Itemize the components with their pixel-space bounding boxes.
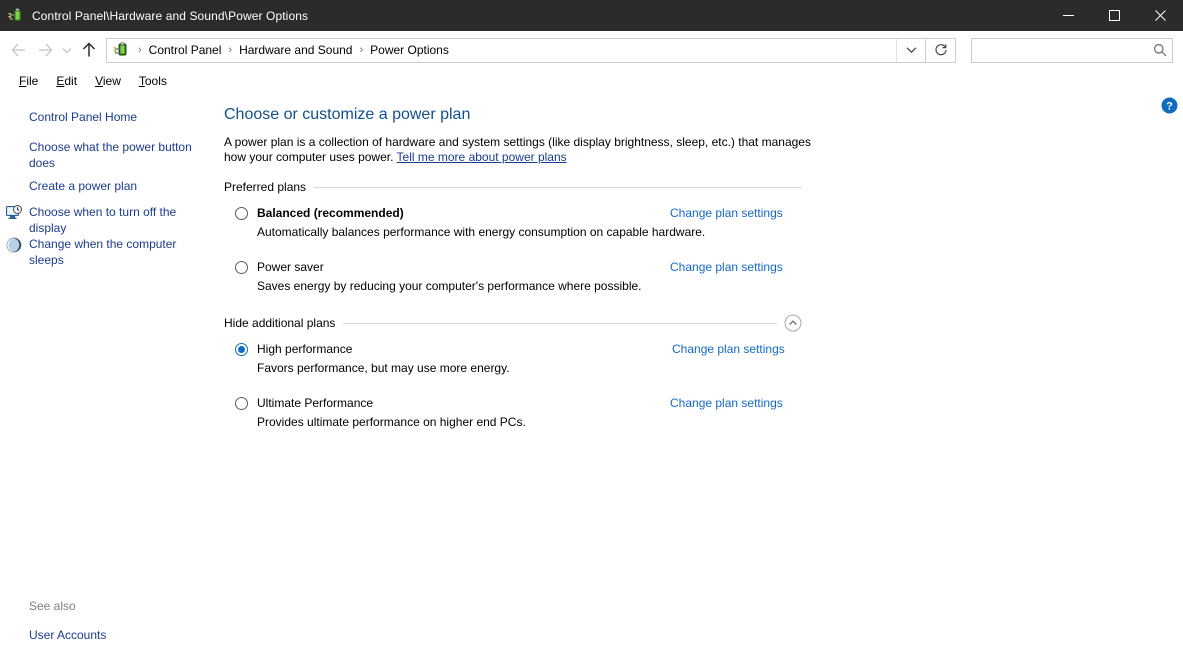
breadcrumb-item-power-options[interactable]: Power Options xyxy=(367,41,452,59)
radio-high-performance[interactable] xyxy=(235,343,248,356)
window-controls xyxy=(1045,0,1183,31)
minimize-button[interactable] xyxy=(1045,0,1091,31)
menu-item-edit[interactable]: Edit xyxy=(47,72,86,90)
plan-row-ultimate-performance[interactable]: Ultimate Performance Provides ultimate p… xyxy=(224,396,802,436)
menu-item-view[interactable]: View xyxy=(86,72,130,90)
breadcrumb-item-control-panel[interactable]: Control Panel xyxy=(146,41,225,59)
menu-item-file[interactable]: File xyxy=(10,72,47,90)
breadcrumb-separator: › xyxy=(355,44,367,56)
breadcrumb[interactable]: › Control Panel › Hardware and Sound › P… xyxy=(106,38,926,63)
menu-label-edit: dit xyxy=(64,74,77,88)
group-header-additional-plans: Hide additional plans xyxy=(224,316,802,330)
breadcrumb-separator: › xyxy=(224,44,236,56)
breadcrumb-item-hardware-and-sound[interactable]: Hardware and Sound xyxy=(236,41,355,59)
breadcrumb-separator: › xyxy=(134,44,146,56)
menu-bar: File Edit View Tools xyxy=(0,70,1183,92)
svg-text:?: ? xyxy=(1166,100,1173,112)
group-divider xyxy=(314,187,802,188)
sidebar: Control Panel Home Choose what the power… xyxy=(0,94,210,663)
close-button[interactable] xyxy=(1137,0,1183,31)
menu-label-file: ile xyxy=(26,74,38,88)
group-divider xyxy=(343,323,777,324)
group-preferred-plans: Preferred plans Balanced (recommended) A… xyxy=(224,180,802,300)
up-arrow-icon[interactable] xyxy=(76,37,102,63)
back-arrow-icon[interactable] xyxy=(6,37,32,63)
sidebar-item-user-accounts[interactable]: User Accounts xyxy=(29,627,201,643)
sidebar-item-choose-when-to-turn-off-the-display[interactable]: Choose when to turn off the display xyxy=(29,204,201,236)
page-title: Choose or customize a power plan xyxy=(224,106,470,124)
sleep-moon-icon xyxy=(6,237,22,253)
radio-ultimate-performance[interactable] xyxy=(235,397,248,410)
address-dropdown-icon[interactable] xyxy=(896,39,925,62)
menu-accel-view: V xyxy=(95,74,103,88)
plan-row-balanced[interactable]: Balanced (recommended) Automatically bal… xyxy=(224,206,802,246)
group-title-preferred-plans: Preferred plans xyxy=(224,180,314,194)
group-title-additional-plans: Hide additional plans xyxy=(224,316,343,330)
address-bar: › Control Panel › Hardware and Sound › P… xyxy=(0,31,1183,70)
change-plan-settings-link-ultimate-performance[interactable]: Change plan settings xyxy=(670,396,783,410)
help-icon[interactable]: ? xyxy=(1161,97,1178,114)
plan-description-balanced: Automatically balances performance with … xyxy=(257,225,705,239)
plan-row-high-performance[interactable]: High performance Favors performance, but… xyxy=(224,342,802,382)
search-input[interactable] xyxy=(972,42,1148,58)
forward-arrow-icon[interactable] xyxy=(32,37,58,63)
sidebar-item-choose-what-the-power-button-does[interactable]: Choose what the power button does xyxy=(29,139,201,171)
radio-power-saver[interactable] xyxy=(235,261,248,274)
recent-pages-chevron-icon[interactable] xyxy=(58,37,76,63)
plan-row-power-saver[interactable]: Power saver Saves energy by reducing you… xyxy=(224,260,802,300)
content-area: Control Panel Home Choose what the power… xyxy=(0,94,1183,663)
change-plan-settings-link-power-saver[interactable]: Change plan settings xyxy=(670,260,783,274)
search-icon[interactable] xyxy=(1148,43,1172,57)
tell-me-more-link[interactable]: Tell me more about power plans xyxy=(397,150,567,164)
breadcrumb-power-options-icon xyxy=(113,42,129,58)
change-plan-settings-link-high-performance[interactable]: Change plan settings xyxy=(672,342,785,356)
group-header-preferred-plans: Preferred plans xyxy=(224,180,802,194)
power-options-icon xyxy=(8,8,24,24)
search-box[interactable] xyxy=(971,38,1173,63)
sidebar-item-control-panel-home[interactable]: Control Panel Home xyxy=(29,109,201,125)
window-titlebar: Control Panel\Hardware and Sound\Power O… xyxy=(0,0,1183,31)
window-title: Control Panel\Hardware and Sound\Power O… xyxy=(32,9,308,23)
sidebar-item-change-when-the-computer-sleeps[interactable]: Change when the computer sleeps xyxy=(29,236,201,268)
menu-label-view: iew xyxy=(103,74,121,88)
page-description: A power plan is a collection of hardware… xyxy=(224,135,814,165)
refresh-button[interactable] xyxy=(926,38,956,63)
plan-name-power-saver: Power saver xyxy=(257,260,324,274)
main-pane: ? Choose or customize a power plan A pow… xyxy=(210,94,1183,663)
plan-description-power-saver: Saves energy by reducing your computer's… xyxy=(257,279,642,293)
plan-name-high-performance: High performance xyxy=(257,342,352,356)
chevron-up-circle-icon[interactable] xyxy=(784,314,802,332)
plan-name-balanced: Balanced (recommended) xyxy=(257,206,404,220)
sidebar-item-create-a-power-plan[interactable]: Create a power plan xyxy=(29,178,201,194)
menu-label-tools: ools xyxy=(145,74,167,88)
maximize-button[interactable] xyxy=(1091,0,1137,31)
menu-item-tools[interactable]: Tools xyxy=(130,72,176,90)
see-also-label: See also xyxy=(29,599,76,613)
plan-name-ultimate-performance: Ultimate Performance xyxy=(257,396,373,410)
group-additional-plans: Hide additional plans High performance F… xyxy=(224,316,802,436)
radio-balanced[interactable] xyxy=(235,207,248,220)
change-plan-settings-link-balanced[interactable]: Change plan settings xyxy=(670,206,783,220)
plan-description-ultimate-performance: Provides ultimate performance on higher … xyxy=(257,415,526,429)
plan-description-high-performance: Favors performance, but may use more ene… xyxy=(257,361,510,375)
display-clock-icon xyxy=(6,205,22,221)
